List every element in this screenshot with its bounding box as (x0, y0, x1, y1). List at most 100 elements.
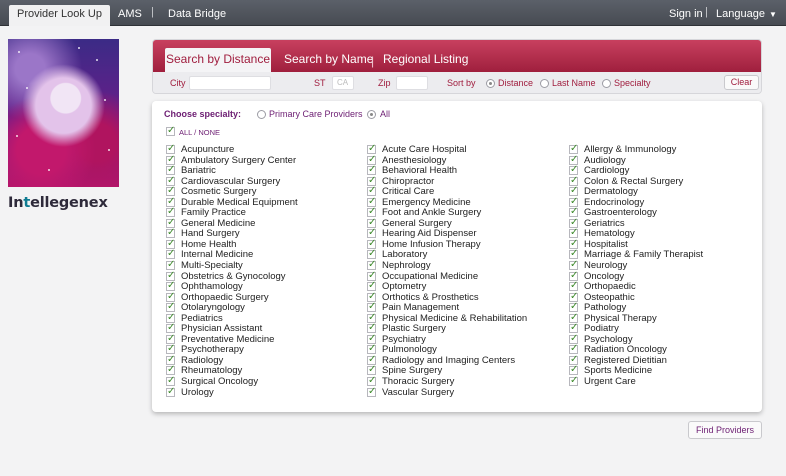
filter-primary-care-label: Primary Care Providers (269, 109, 363, 119)
specialty-label: Ambulatory Surgery Center (181, 154, 297, 166)
nav-tab-provider-lookup[interactable]: Provider Look Up (9, 5, 110, 26)
zip-input[interactable] (396, 76, 428, 90)
clear-button[interactable]: Clear (724, 75, 759, 90)
nav-tab-ams[interactable]: AMS (118, 5, 142, 26)
specialty-label: Durable Medical Equipment (181, 196, 298, 208)
specialty-label: Occupational Medicine (382, 270, 479, 282)
specialty-label: Bariatric (181, 165, 216, 177)
nav-separator: | (151, 6, 154, 18)
specialty-label: Emergency Medicine (382, 196, 471, 208)
specialty-label: Sports Medicine (584, 365, 653, 377)
specialty-label: Allergy & Immunology (584, 144, 677, 155)
specialty-label: Registered Dietitian (584, 354, 667, 366)
state-input[interactable]: CA (332, 76, 354, 90)
chevron-down-icon: ▼ (768, 10, 777, 19)
language-label: Language (716, 8, 765, 20)
specialty-label: Acupuncture (181, 144, 235, 155)
specialty-label: Foot and Ankle Surgery (382, 207, 482, 219)
find-providers-button[interactable]: Find Providers (688, 421, 762, 439)
specialty-panel: Choose specialty: Primary Care Providers… (152, 101, 762, 412)
specialty-label: Home Infusion Therapy (382, 238, 481, 250)
specialty-label: Oncology (584, 270, 625, 282)
specialty-label: Hearing Aid Dispenser (382, 228, 477, 240)
sort-last-name-label: Last Name (552, 78, 596, 88)
search-card: Search by Distance Search by Name | Regi… (152, 39, 762, 94)
specialty-label: Orthopaedic (584, 281, 636, 293)
specialty-label: General Medicine (181, 217, 256, 229)
tab-regional-listing[interactable]: Regional Listing (383, 48, 468, 72)
specialty-label: Physical Therapy (584, 312, 657, 324)
specialty-label: Behavioral Health (382, 165, 457, 177)
filter-all-label: All (380, 109, 391, 119)
filter-all-radio[interactable] (367, 110, 376, 119)
state-label: ST (314, 78, 326, 88)
specialty-label: Marriage & Family Therapist (584, 249, 704, 261)
nav-separator: | (705, 6, 708, 18)
all-none-label: ALL / NONE (179, 128, 220, 137)
specialty-label: Pulmonology (382, 344, 437, 356)
sort-by-label: Sort by (447, 78, 476, 88)
specialty-label: Radiology and Imaging Centers (382, 354, 516, 366)
specialty-label: Hematology (584, 228, 635, 240)
specialty-label: Physician Assistant (181, 323, 263, 335)
specialty-label: Psychology (584, 333, 633, 345)
tab-separator: | (371, 54, 375, 68)
specialty-label: Dermatology (584, 186, 638, 198)
specialty-label: Anesthesiology (382, 154, 447, 166)
sort-distance-label: Distance (498, 78, 534, 88)
specialty-checkbox[interactable] (367, 386, 376, 397)
specialty-label: Family Practice (181, 207, 246, 219)
specialty-label: Urgent Care (584, 376, 636, 388)
all-none-checkbox[interactable] (166, 125, 175, 136)
tab-search-by-name[interactable]: Search by Name (284, 48, 373, 72)
filter-primary-care-radio[interactable] (257, 110, 266, 119)
sort-distance-radio[interactable] (486, 79, 495, 88)
brand-logo: Intellegenex (8, 195, 108, 211)
language-menu[interactable]: Language ▼ (716, 5, 777, 26)
specialty-label: Surgical Oncology (181, 376, 259, 388)
specialty-label: Geriatrics (584, 217, 625, 229)
nav-tab-data-bridge[interactable]: Data Bridge (168, 5, 226, 26)
sort-specialty-label: Specialty (614, 78, 651, 88)
specialty-label: Urology (181, 386, 214, 398)
specialty-label: Podiatry (584, 323, 619, 335)
specialty-label: Radiology (181, 354, 224, 366)
specialty-label: Cardiovascular Surgery (181, 175, 281, 187)
specialty-label: Pain Management (382, 302, 460, 314)
city-label: City (170, 78, 186, 88)
specialty-label: Chiropractor (382, 175, 435, 187)
specialty-label: Plastic Surgery (382, 323, 446, 335)
specialty-label: Orthopaedic Surgery (181, 291, 269, 303)
specialty-label: General Surgery (382, 217, 452, 229)
specialty-checkbox[interactable] (166, 386, 175, 397)
specialty-label: Pediatrics (181, 312, 223, 324)
specialty-label: Hand Surgery (181, 228, 240, 240)
specialty-checkbox[interactable] (569, 375, 578, 387)
specialty-label: Obstetrics & Gynocology (181, 270, 286, 282)
sort-last-name-radio[interactable] (540, 79, 549, 88)
specialty-label: Pathology (584, 302, 627, 314)
specialty-label: Laboratory (382, 249, 428, 261)
specialty-label: Gastroenterology (584, 207, 657, 219)
specialty-label: Otolaryngology (181, 302, 245, 314)
city-input[interactable] (189, 76, 271, 90)
sort-specialty-radio[interactable] (602, 79, 611, 88)
specialty-label: Cosmetic Surgery (181, 186, 257, 198)
top-nav: Provider Look Up AMS | Data Bridge Sign … (0, 0, 786, 26)
specialty-label: Osteopathic (584, 291, 635, 303)
tab-search-by-distance[interactable]: Search by Distance (165, 48, 271, 72)
specialty-label: Multi-Specialty (181, 260, 243, 272)
specialty-label: Spine Surgery (382, 365, 443, 377)
specialty-label: Audiology (584, 154, 626, 166)
specialty-label: Neurology (584, 260, 628, 272)
specialty-label: Vascular Surgery (382, 386, 455, 398)
specialty-label: Optometry (382, 281, 427, 293)
specialty-label: Colon & Rectal Surgery (584, 175, 684, 187)
zip-label: Zip (378, 78, 391, 88)
specialty-label: Endocrinology (584, 196, 645, 208)
search-form: City ST CA Zip Sort by Distance Last Nam… (153, 72, 761, 93)
specialty-label: Home Health (181, 238, 237, 250)
specialty-label: Psychotherapy (181, 344, 244, 356)
specialty-label: Orthotics & Prosthetics (382, 291, 479, 303)
sign-in-link[interactable]: Sign in (669, 5, 703, 26)
